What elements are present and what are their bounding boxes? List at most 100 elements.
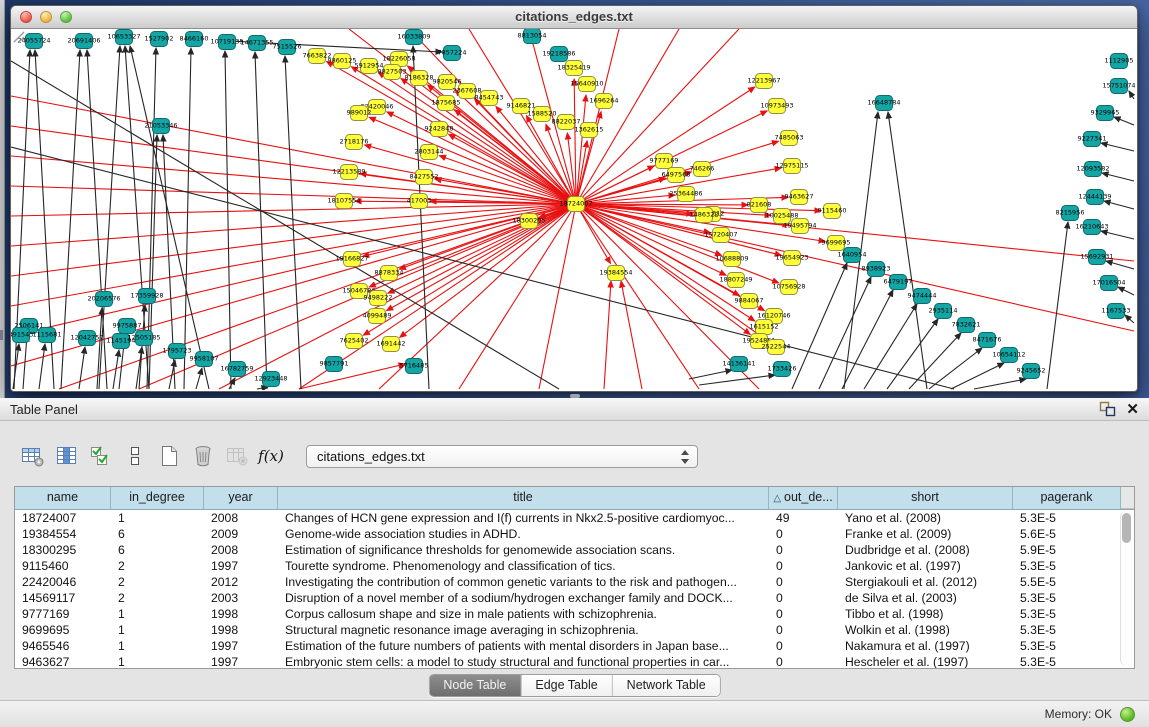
table-cell[interactable]: 1	[111, 622, 204, 638]
graph-edge[interactable]	[184, 48, 191, 389]
graph-edge[interactable]	[974, 379, 1026, 389]
graph-edge[interactable]	[285, 56, 301, 389]
graph-edge[interactable]	[1101, 231, 1134, 239]
table-cell[interactable]: Structural magnetic resonance image aver…	[278, 622, 769, 638]
delete-table-button[interactable]	[220, 440, 254, 472]
table-cell[interactable]: 1997	[204, 654, 278, 669]
graph-edge[interactable]	[387, 204, 576, 311]
table-cell[interactable]: 0	[769, 654, 838, 669]
graph-edge[interactable]	[1101, 143, 1134, 151]
select-all-button[interactable]	[84, 440, 118, 472]
table-cell[interactable]: 9115460	[15, 558, 111, 574]
graph-edge[interactable]	[225, 51, 231, 389]
table-cell[interactable]: Dudbridge et al. (2008)	[838, 542, 1013, 558]
table-cell[interactable]: Changes of HCN gene expression and I(f) …	[278, 510, 769, 526]
graph-edge[interactable]	[1102, 173, 1134, 181]
table-cell[interactable]: Tourette syndrome. Phenomenology and cla…	[278, 558, 769, 574]
table-selector-combobox[interactable]: citations_edges.txt	[306, 445, 698, 468]
tab-network-table[interactable]: Network Table	[612, 675, 720, 696]
node-table[interactable]: namein_degreeyeartitle△out_de...shortpag…	[14, 486, 1135, 669]
delete-column-button[interactable]	[186, 440, 220, 472]
table-cell[interactable]: 9777169	[15, 606, 111, 622]
column-header-pagerank[interactable]: pagerank	[1013, 487, 1121, 509]
table-cell[interactable]: 2008	[204, 510, 278, 526]
table-cell[interactable]: 5.3E-5	[1013, 638, 1121, 654]
table-cell[interactable]: 5.3E-5	[1013, 622, 1121, 638]
graph-edge[interactable]	[399, 204, 576, 269]
graph-edge[interactable]	[539, 204, 576, 389]
resize-grip-icon[interactable]	[11, 29, 25, 43]
left-panel-grip[interactable]	[0, 330, 3, 340]
table-cell[interactable]: 5.5E-5	[1013, 574, 1121, 590]
table-row[interactable]: 1872400712008Changes of HCN gene express…	[15, 510, 1134, 526]
table-cell[interactable]: 1	[111, 606, 204, 622]
table-cell[interactable]: 18300295	[15, 542, 111, 558]
splitter-handle[interactable]	[570, 394, 580, 398]
table-cell[interactable]: 0	[769, 638, 838, 654]
table-cell[interactable]: 5.3E-5	[1013, 590, 1121, 606]
graph-edge[interactable]	[1106, 261, 1134, 269]
table-cell[interactable]: Stergiakouli et al. (2012)	[838, 574, 1013, 590]
graph-edge[interactable]	[929, 348, 982, 389]
graph-edge[interactable]	[888, 112, 927, 389]
table-cell[interactable]: 9465546	[15, 638, 111, 654]
table-cell[interactable]: 0	[769, 622, 838, 638]
table-row[interactable]: 911546021997Tourette syndrome. Phenomeno…	[15, 558, 1134, 574]
table-row[interactable]: 946554611997Estimation of the future num…	[15, 638, 1134, 654]
function-builder-button[interactable]: f(x)	[254, 440, 288, 472]
table-cell[interactable]: 18724007	[15, 510, 111, 526]
table-cell[interactable]: 9463627	[15, 654, 111, 669]
table-cell[interactable]: 9699695	[15, 622, 111, 638]
table-cell[interactable]: 1	[111, 510, 204, 526]
zoom-window-icon[interactable]	[60, 11, 72, 23]
show-columns-button[interactable]	[50, 440, 84, 472]
graph-edge[interactable]	[1118, 287, 1134, 295]
graph-edge[interactable]	[39, 344, 45, 389]
table-row[interactable]: 1456911722003Disruption of a novel membe…	[15, 590, 1134, 606]
graph-edge[interactable]	[255, 52, 267, 389]
tab-edge-table[interactable]: Edge Table	[520, 675, 611, 696]
memory-status-icon[interactable]	[1120, 707, 1135, 722]
graph-edge[interactable]	[576, 29, 739, 204]
network-graph-canvas[interactable]: 2405572420691406106533271527902846616010…	[11, 29, 1135, 390]
graph-edge[interactable]	[1104, 201, 1134, 209]
table-cell[interactable]: 22420046	[15, 574, 111, 590]
graph-edge[interactable]	[576, 29, 619, 204]
column-header-title[interactable]: title	[278, 487, 769, 509]
table-cell[interactable]: 14569117	[15, 590, 111, 606]
table-cell[interactable]: Investigating the contribution of common…	[278, 574, 769, 590]
network-view-window[interactable]: citations_edges.txt 24055724206914061065…	[10, 5, 1138, 392]
table-cell[interactable]: 5.3E-5	[1013, 654, 1121, 669]
table-cell[interactable]: 5.9E-5	[1013, 542, 1121, 558]
table-cell[interactable]: Embryonic stem cells: a model to study s…	[278, 654, 769, 669]
new-column-button[interactable]	[152, 440, 186, 472]
table-cell[interactable]: 5.6E-5	[1013, 526, 1121, 542]
table-cell[interactable]: 6	[111, 526, 204, 542]
table-row[interactable]: 2242004622012Investigating the contribut…	[15, 574, 1134, 590]
table-cell[interactable]: 2	[111, 590, 204, 606]
table-cell[interactable]: Jankovic et al. (1997)	[838, 558, 1013, 574]
table-cell[interactable]: Nakamura et al. (1997)	[838, 638, 1013, 654]
graph-edge[interactable]	[574, 79, 576, 204]
graph-edge[interactable]	[819, 277, 871, 389]
table-cell[interactable]: 0	[769, 574, 838, 590]
table-cell[interactable]: 5.3E-5	[1013, 558, 1121, 574]
table-cell[interactable]: 1	[111, 654, 204, 669]
graph-edge[interactable]	[621, 281, 642, 389]
table-cell[interactable]: Yano et al. (2008)	[838, 510, 1013, 526]
table-cell[interactable]: 19384554	[15, 526, 111, 542]
table-cell[interactable]: 2	[111, 558, 204, 574]
table-cell[interactable]: 0	[769, 606, 838, 622]
column-header-in_degree[interactable]: in_degree	[111, 487, 204, 509]
table-cell[interactable]: Hescheler et al. (1997)	[838, 654, 1013, 669]
table-row[interactable]: 946362711997Embryonic stem cells: a mode…	[15, 654, 1134, 669]
column-header-short[interactable]: short	[838, 487, 1013, 509]
table-mode-button[interactable]	[16, 440, 50, 472]
graph-edge[interactable]	[1114, 117, 1134, 125]
minimize-window-icon[interactable]	[40, 11, 52, 23]
table-cell[interactable]: Franke et al. (2009)	[838, 526, 1013, 542]
graph-edge[interactable]	[864, 304, 917, 389]
table-cell[interactable]: 2009	[204, 526, 278, 542]
graph-edge[interactable]	[257, 387, 268, 389]
table-cell[interactable]: 0	[769, 590, 838, 606]
